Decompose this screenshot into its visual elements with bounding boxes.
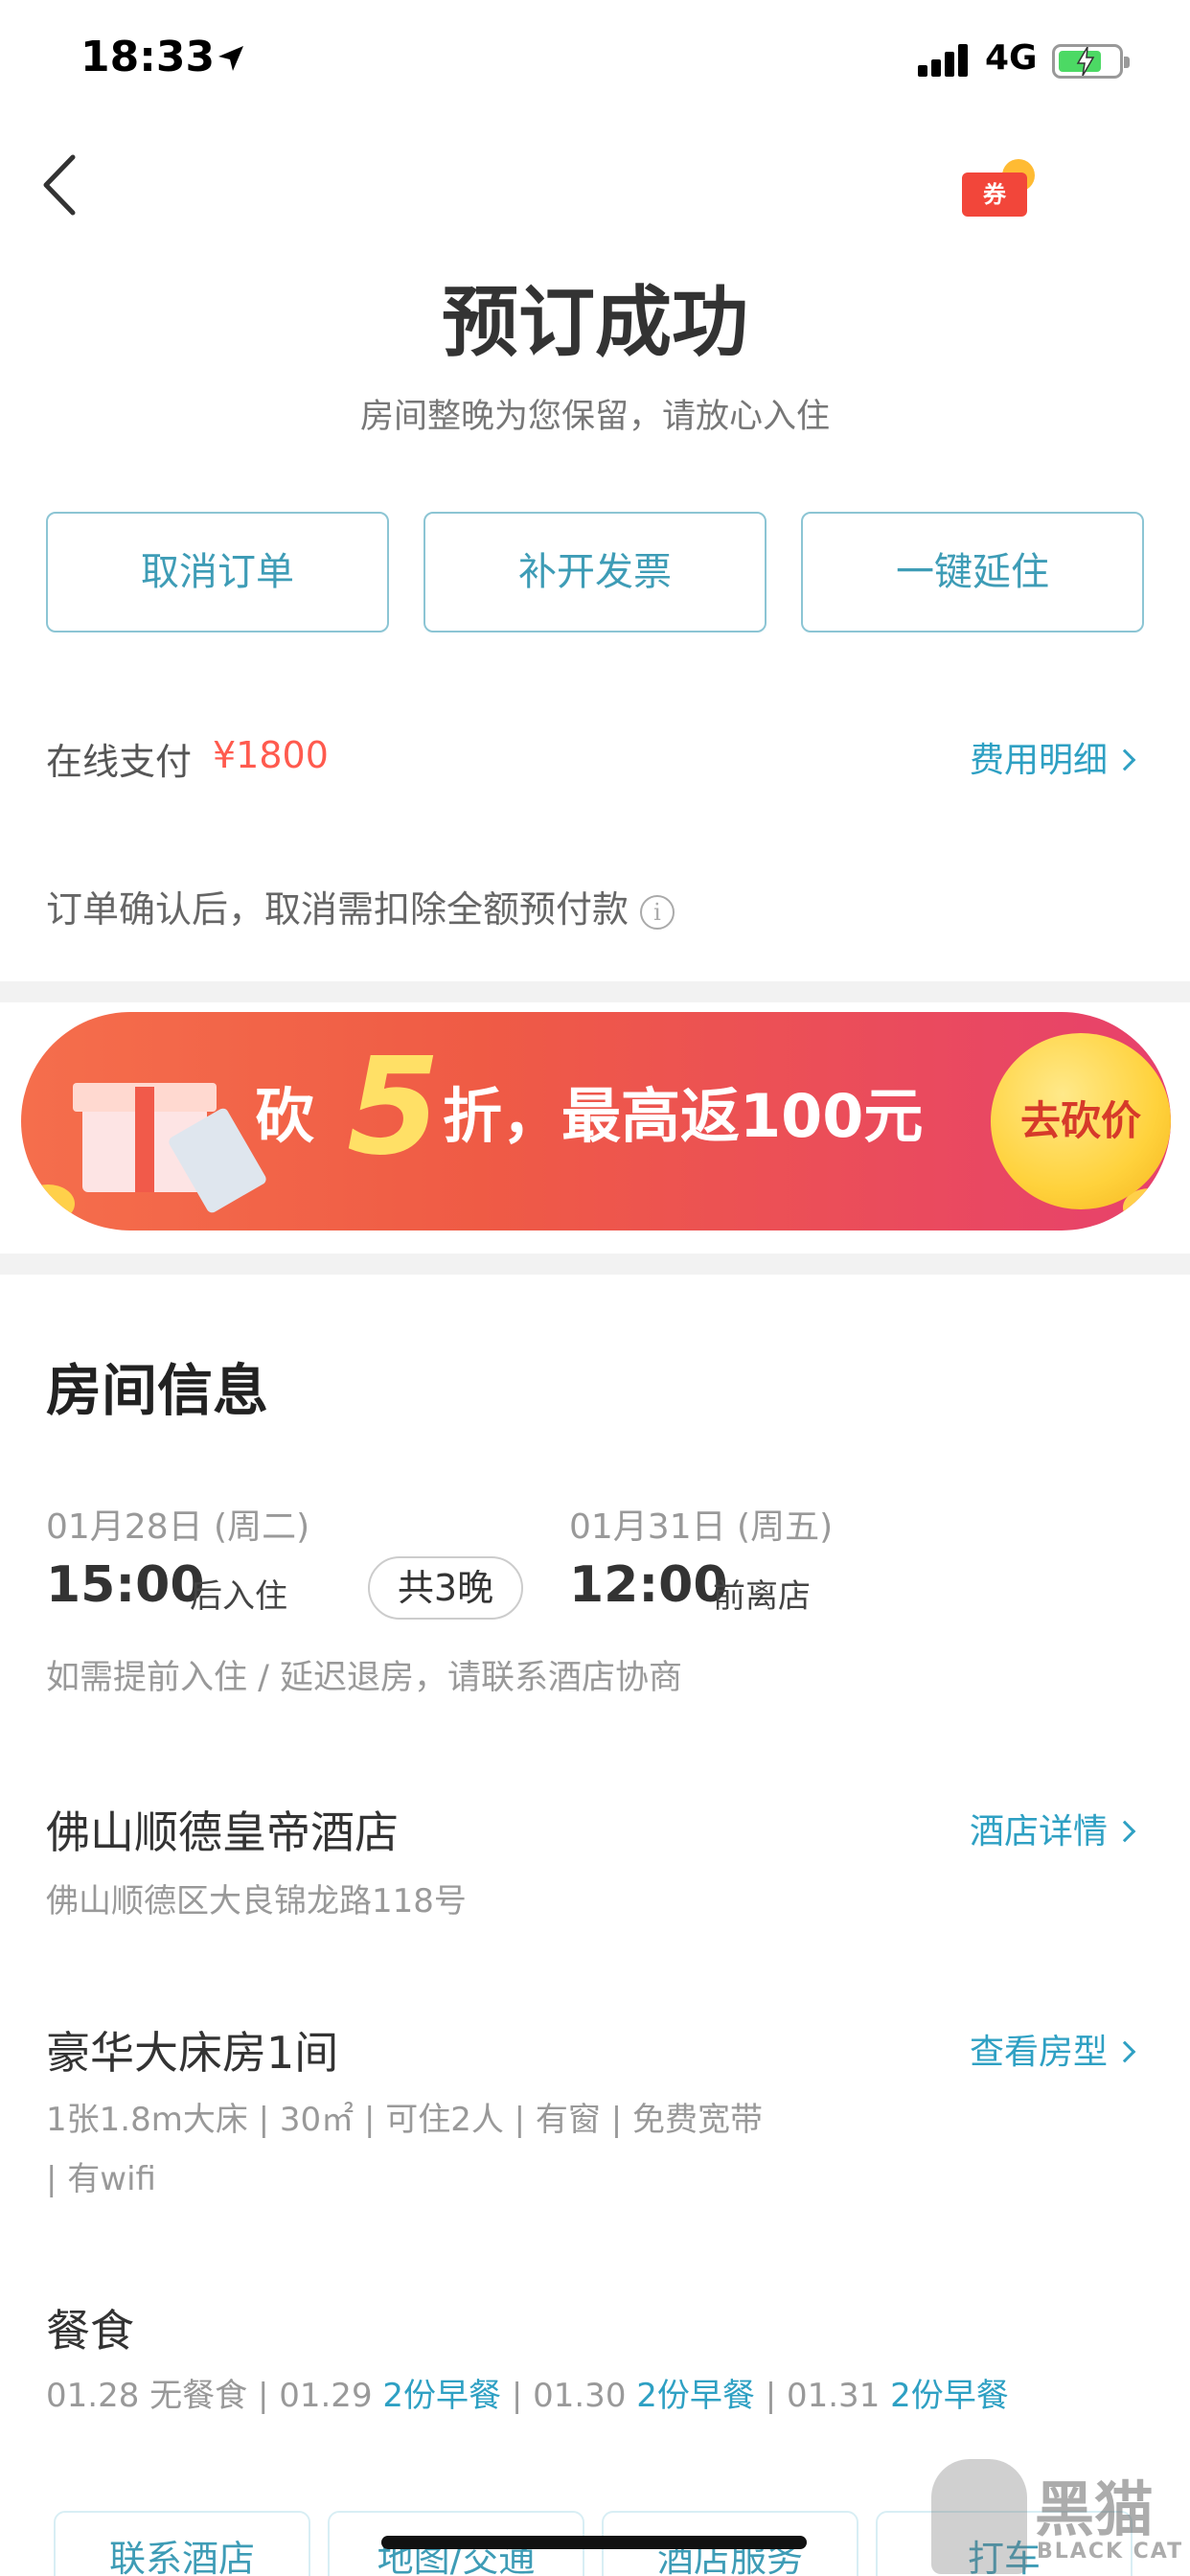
hotel-name: 佛山顺德皇帝酒店 [46,1806,399,1858]
invoice-button[interactable]: 补开发票 [423,512,767,632]
info-icon[interactable]: i [640,895,675,930]
battery-icon [1052,44,1130,79]
hotel-detail-link[interactable]: 酒店详情 [970,1804,1136,1853]
meal-date: 01.30 [533,2377,627,2415]
signal-icon [918,42,972,77]
promo-discount-number: 5 [347,1029,441,1185]
checkin-suffix: 后入住 [190,1577,287,1616]
room-features-extra: | 有wifi [46,2160,156,2198]
checkout-date: 01月31日 (周五) [569,1507,834,1547]
chevron-right-icon [1113,2040,1136,2063]
meal-date: 01.28 [46,2377,140,2415]
section-divider [0,1254,1190,1275]
location-arrow-icon [218,46,243,71]
page-subtitle: 房间整晚为您保留，请放心入住 [359,398,830,436]
watermark-en: BLACK CAT [1037,2540,1184,2564]
contact-hotel-button[interactable]: 联系酒店 [54,2511,310,2576]
fee-detail-link[interactable]: 费用明细 [970,732,1136,782]
meals-list: 01.28 无餐食 | 01.29 2份早餐 | 01.30 2份早餐 | 01… [46,2377,1009,2415]
watermark-cn: 黑猫 [1035,2474,1155,2544]
checkout-suffix: 前离店 [713,1577,811,1616]
cancel-policy-text: 订单确认后，取消需扣除全额预付款 [46,888,629,931]
checkout-time: 12:00 [569,1556,728,1614]
room-info-title: 房间信息 [46,1358,269,1423]
meals-title: 餐食 [46,2305,134,2357]
room-type-label: 查看房型 [970,2033,1109,2072]
payment-amount: ¥1800 [213,734,329,776]
nights-badge: 共3晚 [368,1556,523,1620]
hotel-address: 佛山顺德区大良锦龙路118号 [46,1882,467,1920]
checkin-time: 15:00 [46,1556,205,1614]
page-title: 预订成功 [442,278,748,367]
chevron-right-icon [1113,748,1136,771]
hotel-detail-label: 酒店详情 [970,1812,1109,1852]
status-bar: 18:33 4G [0,0,1190,125]
section-divider [0,981,1190,1002]
checkin-date: 01月28日 (周二) [46,1507,310,1547]
meal-date: 01.29 [279,2377,373,2415]
checkin-note: 如需提前入住 / 延迟退房，请联系酒店协商 [46,1659,683,1697]
cancel-order-button[interactable]: 取消订单 [46,512,389,632]
extend-stay-button[interactable]: 一键延住 [801,512,1144,632]
meal-value: 2份早餐 [382,2377,502,2415]
promo-text-suffix: 折，最高返100元 [443,1081,924,1151]
home-indicator [381,2536,807,2549]
room-features: 1张1.8m大床 | 30㎡ | 可住2人 | 有窗 | 免费宽带 [46,2101,763,2139]
watermark-logo: 黑猫 BLACK CAT [927,2459,1190,2576]
chevron-right-icon [1113,1820,1136,1843]
coupon-icon[interactable]: 券 [962,159,1035,222]
cat-icon [931,2459,1027,2574]
back-icon[interactable] [38,153,82,217]
promo-banner[interactable]: 砍 5 折，最高返100元 去砍价 [21,1012,1171,1230]
payment-label: 在线支付 [46,741,193,783]
meal-value: 无餐食 [149,2377,248,2415]
coin-icon [21,1184,75,1223]
meal-date: 01.31 [786,2377,881,2415]
room-type-link[interactable]: 查看房型 [970,2024,1136,2074]
cancel-policy-note: 订单确认后，取消需扣除全额预付款 i [46,880,675,932]
network-type: 4G [985,38,1038,78]
status-time: 18:33 [80,33,216,81]
room-name: 豪华大床房1间 [46,2027,339,2079]
promo-text-prefix: 砍 [255,1081,315,1151]
meal-value: 2份早餐 [636,2377,755,2415]
bargain-button[interactable]: 去砍价 [991,1033,1171,1209]
fee-detail-label: 费用明细 [970,741,1109,780]
coupon-label: 券 [962,172,1027,217]
meal-value: 2份早餐 [890,2377,1009,2415]
